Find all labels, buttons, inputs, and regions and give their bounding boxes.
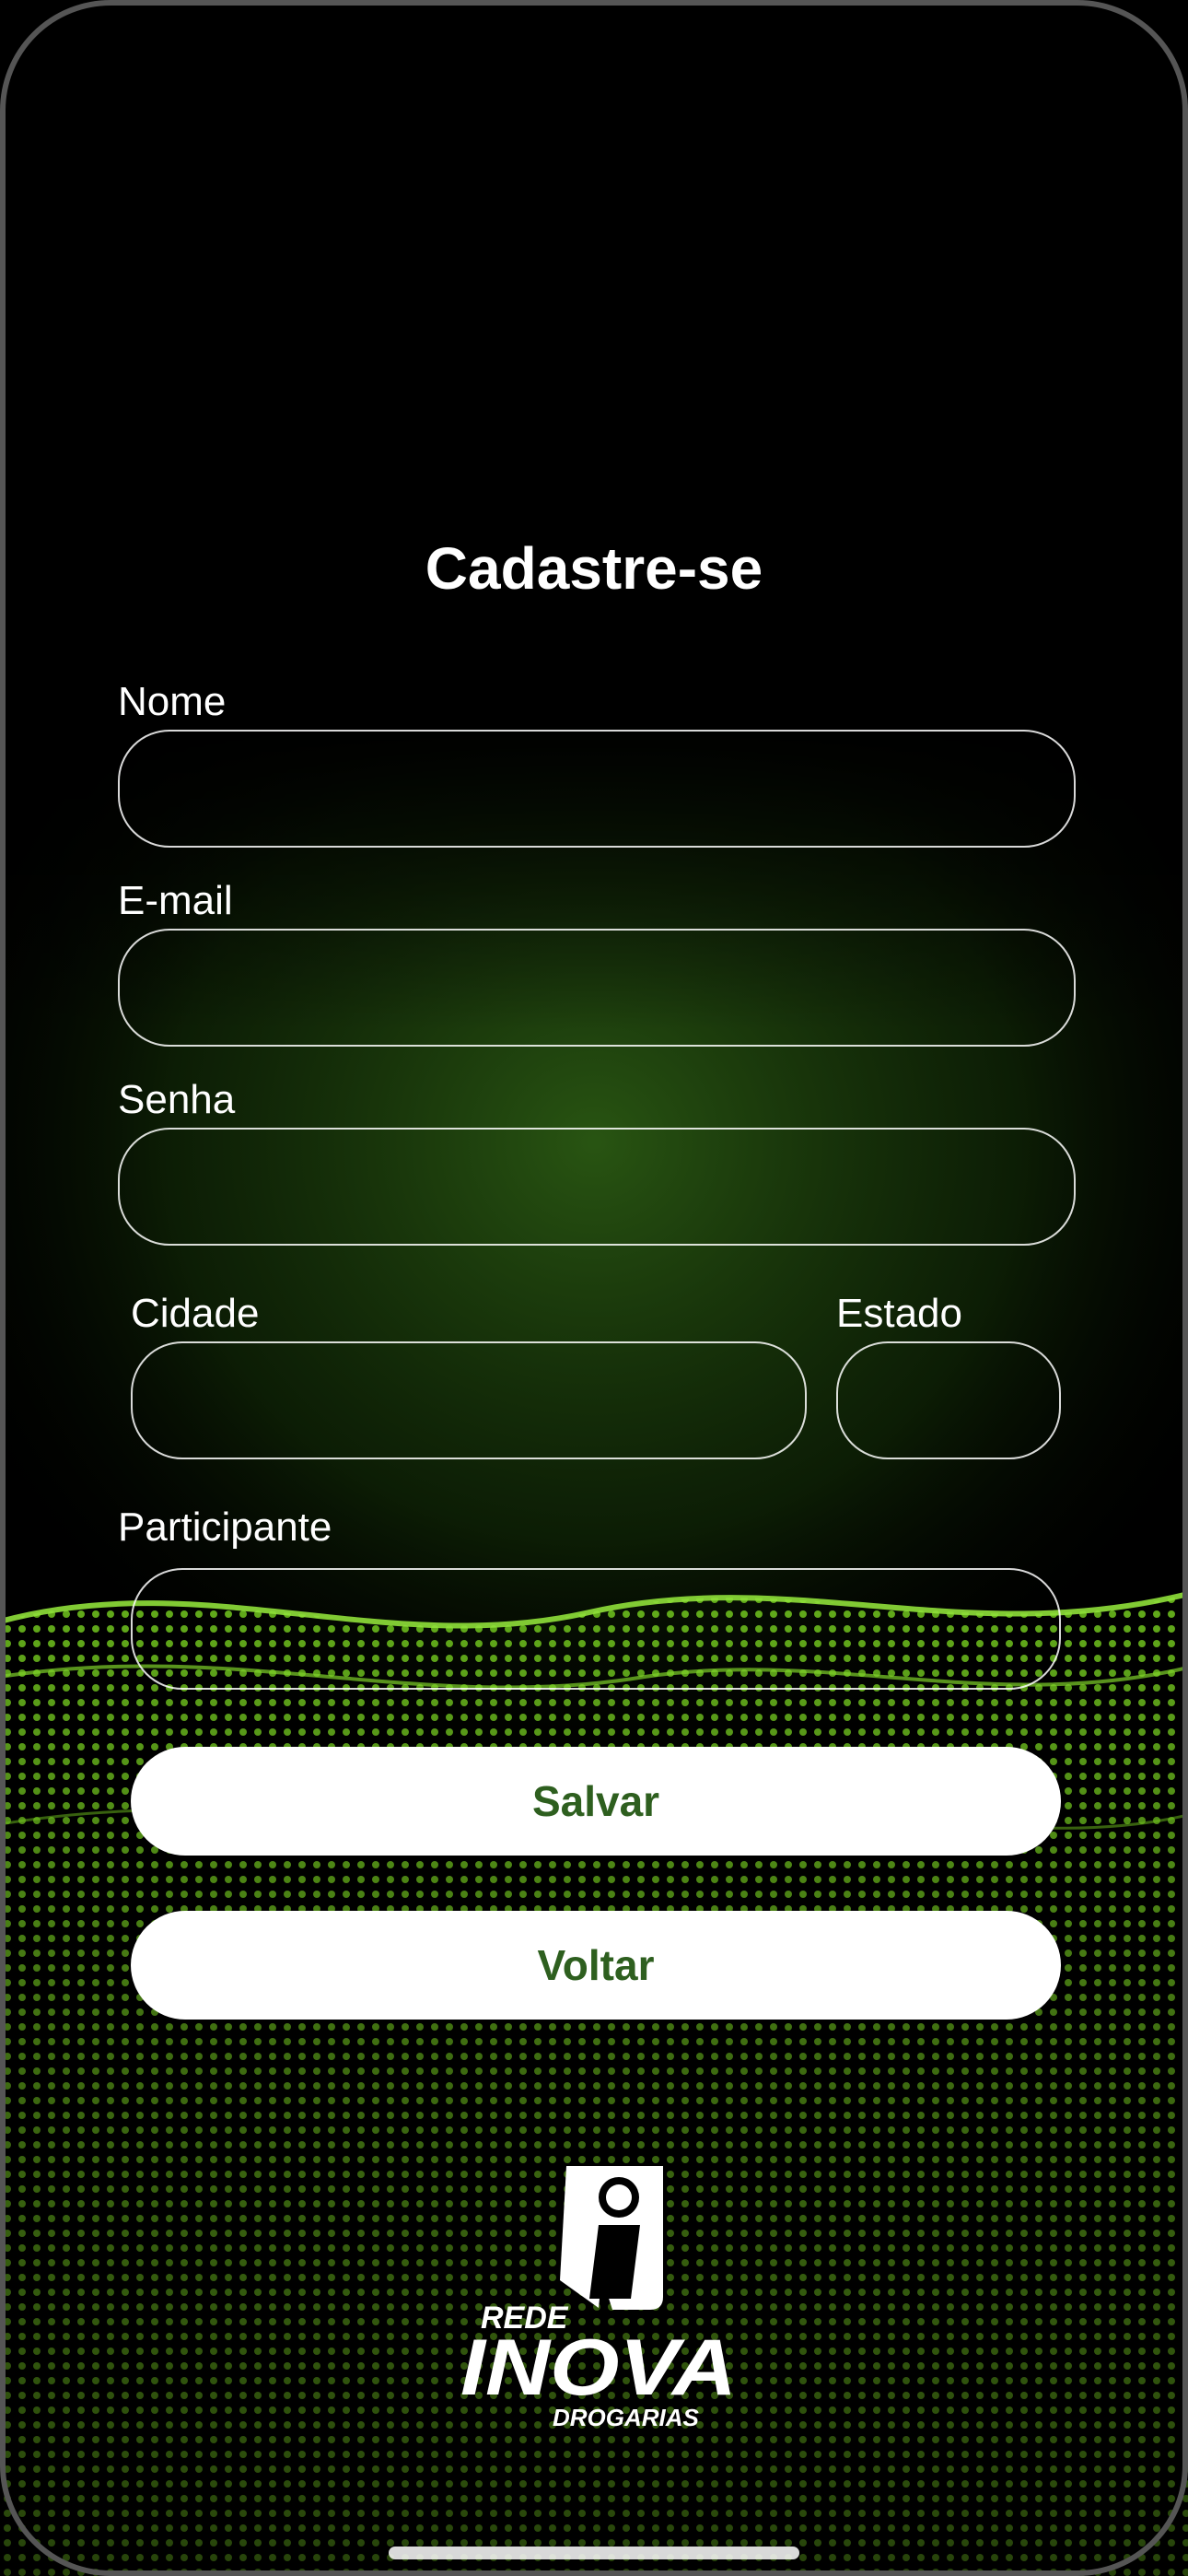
nome-label: Nome [118,679,227,724]
signup-screen: Cadastre-se Nome E-mail Senha Cidade Est… [0,0,1188,2576]
logo-inova-text: INOVA [460,2324,737,2412]
logo-drogarias-text: DROGARIAS [553,2404,700,2431]
save-button[interactable]: Salvar [131,1747,1061,1856]
back-button[interactable]: Voltar [131,1911,1061,2020]
participante-label: Participante [118,1505,332,1550]
senha-label: Senha [118,1077,236,1122]
page-title: Cadastre-se [425,535,763,602]
email-input[interactable] [118,929,1076,1047]
estado-label: Estado [836,1291,962,1336]
email-label: E-mail [118,878,233,923]
nome-input[interactable] [118,730,1076,848]
senha-input[interactable] [118,1128,1076,1246]
cidade-input[interactable] [131,1341,807,1459]
rede-inova-logo: REDE INOVA DROGARIAS [460,2166,737,2431]
estado-input[interactable] [836,1341,1061,1459]
home-indicator [389,2547,799,2559]
i-mark-icon [560,2166,663,2310]
cidade-label: Cidade [131,1291,260,1336]
participante-input[interactable] [131,1568,1061,1690]
